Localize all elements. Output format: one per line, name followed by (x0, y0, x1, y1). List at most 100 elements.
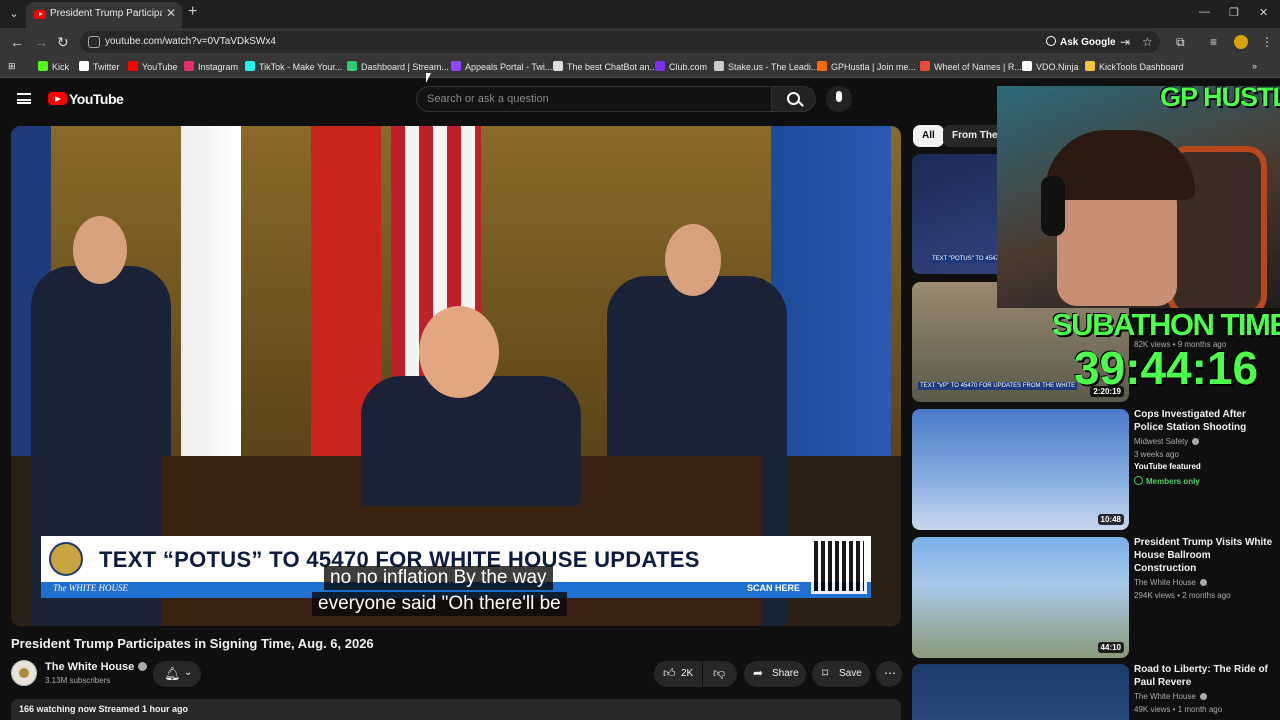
recommendation-channel: The White House (1134, 577, 1274, 588)
video-player[interactable]: TEXT “POTUS” TO 45470 FOR WHITE HOUSE UP… (11, 126, 901, 626)
subathon-label: SUBATHON TIMER (1052, 307, 1280, 342)
recommendation-thumbnail-4[interactable]: 44:10 (912, 537, 1129, 658)
qr-code-icon (811, 538, 867, 594)
bookmark-youtube[interactable]: YouTube (128, 61, 177, 72)
duration-badge: 44:10 (1097, 642, 1124, 653)
thumb-text-2: TEXT "VP" TO 45470 FOR UPDATES FROM THE … (918, 382, 1078, 390)
recommendation-info-5[interactable]: Road to Liberty: The Ride of Paul Revere… (1134, 663, 1274, 715)
recommendation-title: Road to Liberty: The Ride of Paul Revere (1134, 664, 1268, 688)
more-icon: ⋯ (884, 666, 896, 680)
headset-icon (1041, 176, 1065, 236)
bookmark-dashboard[interactable]: Dashboard | Stream... (347, 61, 449, 72)
bookmark-wheel-of-names[interactable]: Wheel of Names | R... (920, 61, 1022, 72)
bookmark-tiktok[interactable]: TikTok - Make Your... (245, 61, 342, 72)
chevron-down-icon: ⌄ (184, 667, 193, 678)
browser-tab-active[interactable]: President Trump Participates in ✕ (26, 2, 182, 28)
bell-icon: 🔔︎ (164, 666, 181, 681)
recommendation-info-3[interactable]: Cops Investigated After Police Station S… (1134, 408, 1274, 489)
new-tab-icon[interactable]: + (188, 3, 197, 21)
save-button[interactable]: ⌑ Save (812, 661, 870, 687)
dislike-button[interactable]: 👎︎ (703, 661, 737, 687)
thumb-text-1: TEXT "POTUS" TO 4547 (930, 255, 1001, 263)
caption-line-1: no no inflation By the way (324, 566, 553, 590)
bookmark-appeals-portal[interactable]: Appeals Portal - Twi... (451, 61, 552, 72)
save-label: Save (839, 668, 862, 679)
tab-close-icon[interactable]: ✕ (166, 6, 176, 20)
search-icon[interactable] (772, 86, 816, 112)
bookmark-gphustla[interactable]: GPHustla | Join me... (817, 61, 916, 72)
share-label: Share (772, 668, 799, 679)
search-input[interactable]: Search or ask a question (416, 86, 772, 112)
bookmark-chatbot[interactable]: The best ChatBot an... (553, 61, 657, 72)
reading-list-icon[interactable]: ≡ (1210, 35, 1217, 49)
share-button[interactable]: ➦ Share (744, 661, 806, 687)
url-text: youtube.com/watch?v=0VTaVDkSWx4 (105, 36, 276, 47)
recommendation-views: 49K views • 1 month ago (1134, 705, 1223, 714)
youtube-icon (128, 61, 138, 71)
chip-all[interactable]: All (913, 125, 944, 147)
bookmark-stake[interactable]: Stake.us - The Leadi... (714, 61, 818, 72)
restore-icon[interactable]: ❐ (1229, 6, 1239, 19)
youtube-featured-label: YouTube featured (1134, 462, 1201, 471)
url-field[interactable]: youtube.com/watch?v=0VTaVDkSWx4 (80, 31, 1160, 53)
site-info-icon[interactable] (88, 36, 100, 48)
recommendation-thumbnail-3[interactable]: 10:48 (912, 409, 1129, 530)
verified-icon (1192, 438, 1200, 445)
view-meta: 166 watching now Streamed 1 hour ago (19, 704, 189, 714)
bookmark-club[interactable]: Club.com (655, 61, 707, 72)
like-icon: 👍︎ (663, 666, 676, 680)
forward-icon[interactable]: → (34, 34, 48, 50)
save-icon: ⌑ (822, 666, 829, 680)
browser-menu-icon[interactable]: ⋮ (1261, 35, 1273, 49)
stake-icon (714, 61, 724, 71)
bookmark-kick[interactable]: Kick (38, 61, 69, 72)
video-title: President Trump Participates in Signing … (11, 636, 374, 651)
description-box[interactable]: 166 watching now Streamed 1 hour ago (11, 699, 901, 720)
bookmark-star-icon[interactable]: ☆ (1142, 35, 1153, 49)
recommendation-channel: The White House (1134, 691, 1274, 702)
like-button[interactable]: 👍︎ 2K (654, 661, 702, 687)
streamlabs-icon (347, 61, 357, 71)
tab-search-icon[interactable]: ⌄ (4, 4, 24, 24)
bookmarks-bar: ⊞ Kick Twitter YouTube Instagram TikTok … (0, 56, 1280, 78)
tiktok-icon (245, 61, 255, 71)
ask-google-label: Ask Google (1060, 37, 1116, 48)
voice-search-icon[interactable] (826, 86, 852, 112)
x-icon (79, 61, 89, 71)
recommendation-title: President Trump Visits White House Ballr… (1134, 537, 1273, 574)
apps-grid-icon[interactable]: ⊞ (8, 61, 16, 72)
subathon-timer: 39:44:16 (1074, 342, 1259, 394)
extensions-icon[interactable]: ⧉ (1176, 35, 1185, 50)
more-actions-button[interactable]: ⋯ (876, 661, 902, 687)
flag-blue (771, 126, 891, 456)
google-lens-icon (1046, 36, 1056, 46)
channel-avatar[interactable] (11, 660, 37, 686)
bookmarks-overflow-icon[interactable]: » (1252, 61, 1257, 71)
verified-icon (1199, 579, 1207, 586)
bookmark-kicktools[interactable]: KickTools Dashboard (1085, 61, 1184, 72)
subscriber-count: 3.13M subscribers (45, 676, 111, 685)
recommendation-thumbnail-5[interactable] (912, 664, 1129, 720)
profile-avatar[interactable] (1234, 35, 1248, 49)
channel-name[interactable]: The White House (45, 661, 148, 673)
back-icon[interactable]: ← (10, 34, 24, 50)
kick-icon (38, 61, 48, 71)
vdo-ninja-icon (1022, 61, 1032, 71)
window-close-icon[interactable]: ✕ (1259, 6, 1268, 19)
recommendation-title: Cops Investigated After Police Station S… (1134, 409, 1247, 433)
minimize-icon[interactable]: — (1199, 6, 1210, 18)
youtube-logo-icon[interactable] (48, 92, 67, 105)
bookmark-instagram[interactable]: Instagram (184, 61, 238, 72)
recommendation-info-4[interactable]: President Trump Visits White House Ballr… (1134, 536, 1274, 601)
banner-scan-label: SCAN HERE (747, 583, 801, 593)
bookmark-twitter[interactable]: Twitter (79, 61, 120, 72)
youtube-logo-text[interactable]: YouTube (69, 91, 124, 107)
reload-icon[interactable]: ↻ (57, 34, 69, 51)
guide-menu-icon[interactable] (17, 93, 31, 104)
install-app-icon[interactable]: ⇥ (1120, 35, 1130, 49)
members-only-badge: Members only (1134, 476, 1200, 486)
notifications-button[interactable]: 🔔︎ ⌄ (153, 661, 201, 687)
ask-google-button[interactable]: Ask Google (1046, 36, 1116, 48)
like-count: 2K (681, 668, 694, 679)
bookmark-vdo-ninja[interactable]: VDO.Ninja (1022, 61, 1079, 72)
